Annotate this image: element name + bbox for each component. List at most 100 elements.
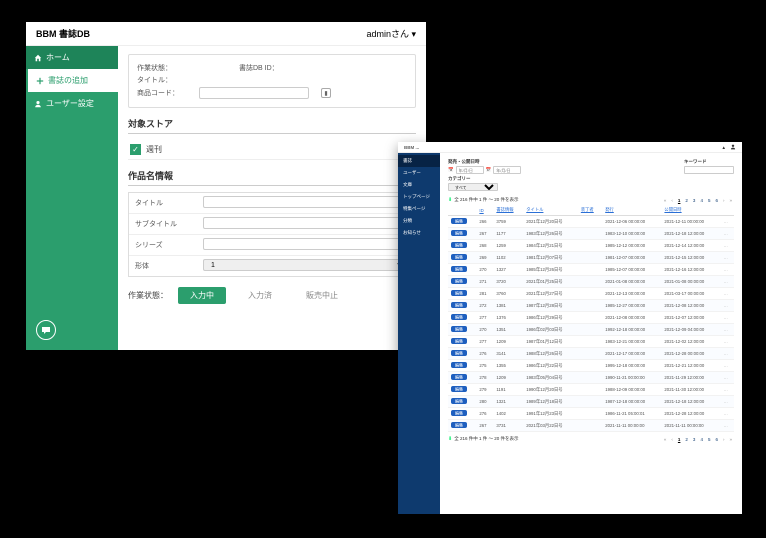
- pager-page[interactable]: »: [727, 437, 734, 442]
- row-actions-icon[interactable]: …: [724, 375, 728, 380]
- barcode-icon[interactable]: ▮: [321, 88, 331, 98]
- pager-page[interactable]: »: [727, 198, 734, 203]
- date-to-input[interactable]: [493, 166, 521, 174]
- pager-page[interactable]: «: [662, 198, 669, 203]
- bell-icon[interactable]: ▲: [722, 145, 726, 150]
- column-header[interactable]: 書誌情報: [493, 205, 523, 216]
- edit-button[interactable]: 編集: [451, 362, 467, 368]
- calendar-icon[interactable]: 📅: [448, 167, 454, 173]
- pager-page[interactable]: 6: [713, 437, 720, 442]
- row-actions-icon[interactable]: …: [724, 219, 728, 224]
- pager-page[interactable]: 2: [683, 198, 690, 203]
- pager-page[interactable]: «: [662, 437, 669, 442]
- edit-button[interactable]: 編集: [451, 254, 467, 260]
- column-header[interactable]: タイトル: [523, 205, 578, 216]
- row-actions-icon[interactable]: …: [724, 315, 728, 320]
- admin-sidebar-item[interactable]: 文庫: [398, 179, 440, 191]
- store-option-row[interactable]: ✓ 週刊: [128, 140, 416, 160]
- column-header[interactable]: 装丁者: [578, 205, 602, 216]
- row-actions-icon[interactable]: …: [724, 243, 728, 248]
- pager-page[interactable]: 4: [698, 198, 705, 203]
- row-actions-icon[interactable]: …: [724, 411, 728, 416]
- subtitle-input[interactable]: [203, 217, 411, 229]
- title-input[interactable]: [203, 196, 411, 208]
- pager-page[interactable]: 1: [676, 437, 683, 442]
- pager-page[interactable]: 4: [698, 437, 705, 442]
- row-actions-icon[interactable]: …: [724, 363, 728, 368]
- pager-page[interactable]: 1: [676, 198, 683, 203]
- admin-sidebar-item[interactable]: お知らせ: [398, 227, 440, 239]
- edit-button[interactable]: 編集: [451, 278, 467, 284]
- column-header[interactable]: 公開日時: [661, 205, 720, 216]
- checkbox-checked-icon[interactable]: ✓: [130, 144, 141, 155]
- category-select[interactable]: すべて: [448, 183, 498, 191]
- keyword-input[interactable]: [684, 166, 734, 174]
- row-actions-icon[interactable]: …: [724, 231, 728, 236]
- user-menu[interactable]: adminさん ▾: [366, 27, 416, 40]
- row-actions-icon[interactable]: …: [724, 255, 728, 260]
- admin-sidebar-item[interactable]: 特集ページ: [398, 203, 440, 215]
- row-actions-icon[interactable]: …: [724, 303, 728, 308]
- row-actions-icon[interactable]: …: [724, 291, 728, 296]
- edit-button[interactable]: 編集: [451, 266, 467, 272]
- status-btn-stop[interactable]: 販売中止: [294, 287, 350, 304]
- chat-button[interactable]: [36, 320, 56, 340]
- row-actions-icon[interactable]: …: [724, 279, 728, 284]
- status-btn-done[interactable]: 入力済: [236, 287, 284, 304]
- pager-page[interactable]: 6: [713, 198, 720, 203]
- edit-button[interactable]: 編集: [451, 326, 467, 332]
- sidebar-item-add[interactable]: 書誌の追加: [26, 69, 118, 92]
- row-actions-icon[interactable]: …: [724, 423, 728, 428]
- column-header[interactable]: [448, 205, 476, 216]
- edit-button[interactable]: 編集: [451, 242, 467, 248]
- row-actions-icon[interactable]: …: [724, 267, 728, 272]
- admin-sidebar-item[interactable]: トップページ: [398, 191, 440, 203]
- table-cell: 2021-12-09 04:00:00: [661, 324, 720, 336]
- column-header[interactable]: 発行: [602, 205, 661, 216]
- edit-button[interactable]: 編集: [451, 410, 467, 416]
- column-header[interactable]: [721, 205, 734, 216]
- admin-sidebar-item[interactable]: 書誌: [398, 155, 440, 167]
- edit-button[interactable]: 編集: [451, 386, 467, 392]
- edit-button[interactable]: 編集: [451, 302, 467, 308]
- row-actions-icon[interactable]: …: [724, 387, 728, 392]
- row-actions-icon[interactable]: …: [724, 327, 728, 332]
- pager-page[interactable]: ›: [721, 198, 727, 203]
- table-cell: 1985-12-07 00:00:00: [602, 264, 661, 276]
- format-select[interactable]: 1: [203, 259, 411, 271]
- edit-button[interactable]: 編集: [451, 350, 467, 356]
- avatar-icon[interactable]: [730, 144, 736, 151]
- edit-button[interactable]: 編集: [451, 338, 467, 344]
- admin-sidebar-item[interactable]: ユーザー: [398, 167, 440, 179]
- pager-page[interactable]: 5: [706, 198, 713, 203]
- calendar-icon[interactable]: 📅: [486, 167, 492, 173]
- admin-sidebar-item[interactable]: 分類: [398, 215, 440, 227]
- pager-page[interactable]: 3: [691, 198, 698, 203]
- pager-page[interactable]: ‹: [669, 437, 675, 442]
- edit-button[interactable]: 編集: [451, 314, 467, 320]
- edit-button[interactable]: 編集: [451, 218, 467, 224]
- sidebar-item-home[interactable]: ホーム: [26, 46, 118, 69]
- download-icon[interactable]: ⬇: [448, 197, 452, 203]
- series-input[interactable]: [203, 238, 411, 250]
- edit-button[interactable]: 編集: [451, 290, 467, 296]
- sidebar-item-user[interactable]: ユーザー設定: [26, 92, 118, 115]
- column-header[interactable]: ID: [476, 205, 493, 216]
- pager-page[interactable]: ‹: [669, 198, 675, 203]
- date-from-input[interactable]: [456, 166, 484, 174]
- pager-page[interactable]: 2: [683, 437, 690, 442]
- download-icon[interactable]: ⬇: [448, 436, 452, 442]
- table-row: 編集26637592021年12月20日号2021-12-06 00:00:00…: [448, 216, 734, 228]
- status-btn-input[interactable]: 入力中: [178, 287, 226, 304]
- edit-button[interactable]: 編集: [451, 398, 467, 404]
- row-actions-icon[interactable]: …: [724, 351, 728, 356]
- pager-page[interactable]: ›: [721, 437, 727, 442]
- row-actions-icon[interactable]: …: [724, 339, 728, 344]
- edit-button[interactable]: 編集: [451, 374, 467, 380]
- code-input[interactable]: [199, 87, 309, 99]
- edit-button[interactable]: 編集: [451, 230, 467, 236]
- row-actions-icon[interactable]: …: [724, 399, 728, 404]
- edit-button[interactable]: 編集: [451, 422, 467, 428]
- pager-page[interactable]: 3: [691, 437, 698, 442]
- pager-page[interactable]: 5: [706, 437, 713, 442]
